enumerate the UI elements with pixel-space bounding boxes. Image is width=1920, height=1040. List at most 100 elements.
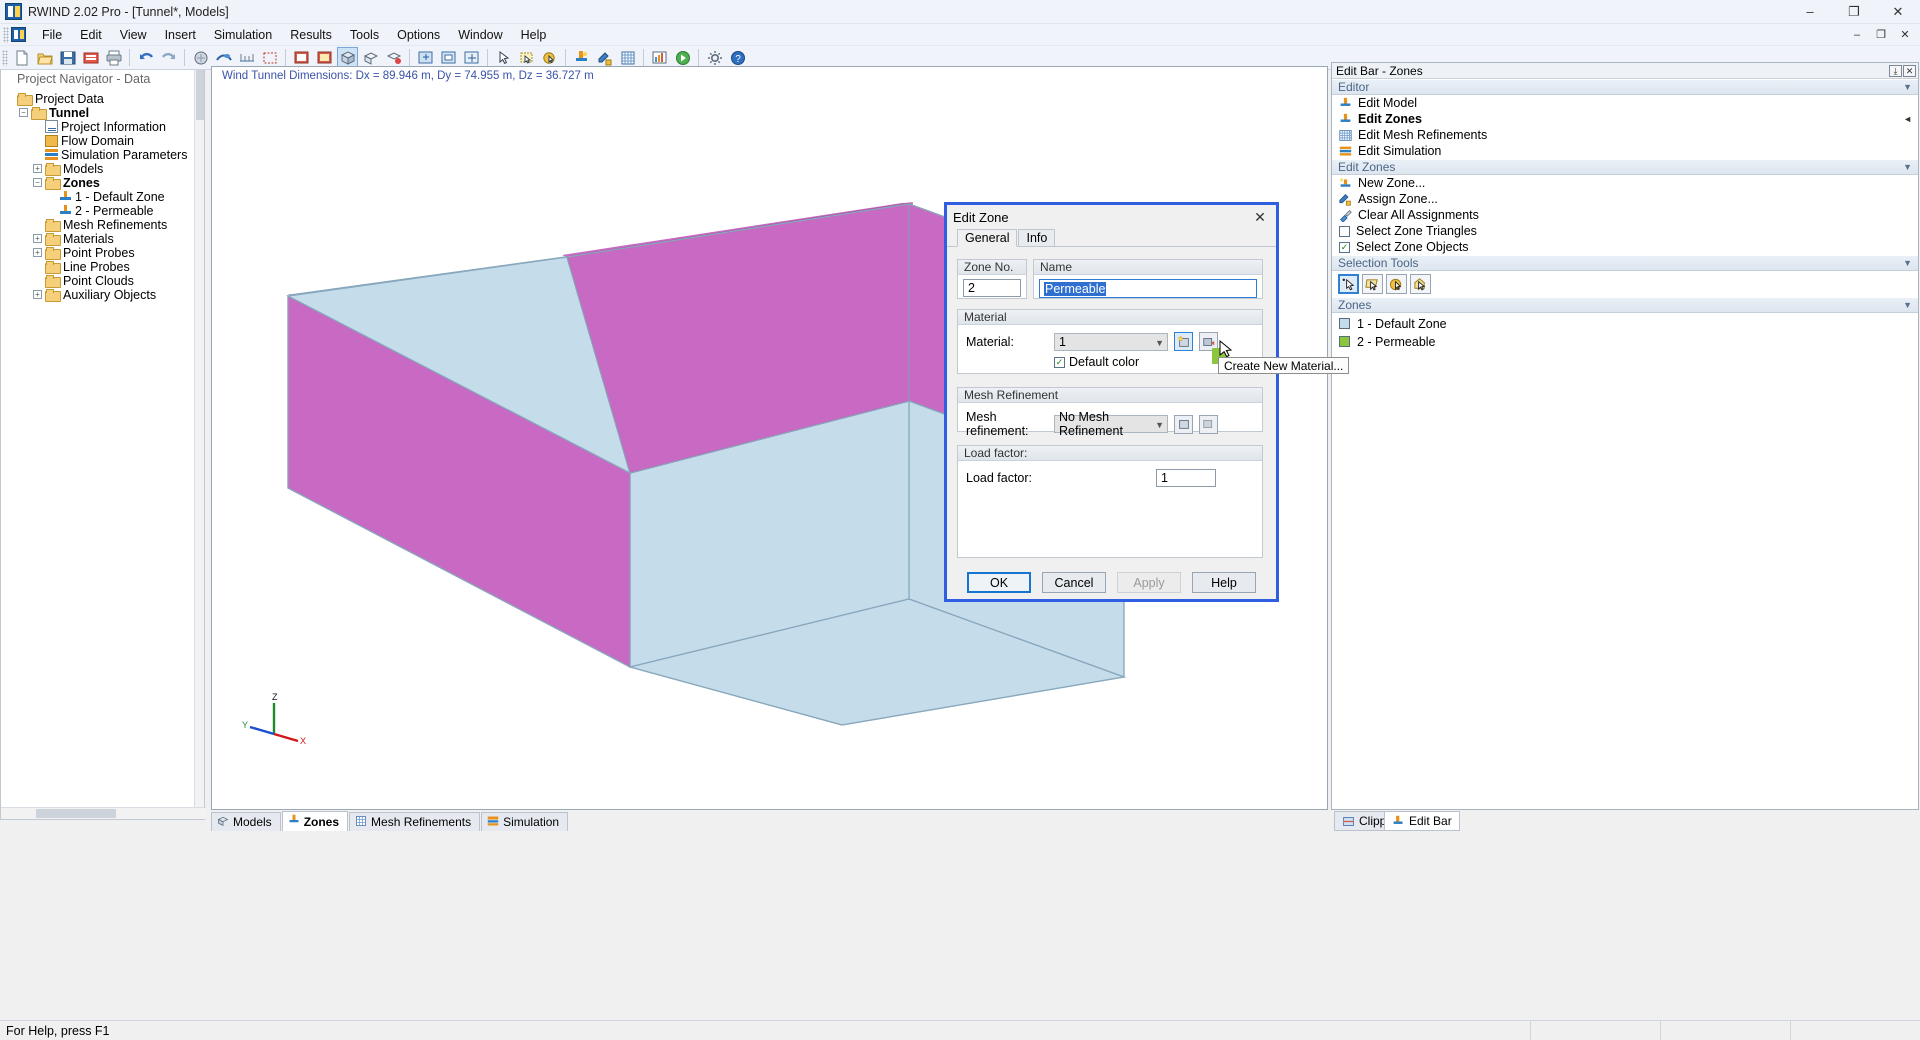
menu-item-help[interactable]: Help — [512, 26, 556, 44]
edit-bar-item-clear-all-assignments[interactable]: Clear All Assignments — [1332, 207, 1918, 223]
dock-tab-edit-bar[interactable]: Edit Bar — [1384, 811, 1460, 831]
menu-item-results[interactable]: Results — [281, 26, 341, 44]
select-circle-button[interactable] — [539, 47, 560, 68]
tree-item-project-information[interactable]: Project Information — [5, 120, 204, 134]
edit-bar-item-select-zone-objects[interactable]: ✓ Select Zone Objects — [1332, 239, 1918, 255]
select-objects-button[interactable] — [493, 47, 514, 68]
edit-bar-item-assign-zone[interactable]: Assign Zone... — [1332, 191, 1918, 207]
menu-item-insert[interactable]: Insert — [156, 26, 205, 44]
start-simulation-button[interactable] — [672, 47, 693, 68]
view-back-button[interactable] — [314, 47, 335, 68]
edit-bar-section-zones[interactable]: Zones ▼ — [1332, 297, 1918, 313]
minimize-button[interactable]: – — [1788, 0, 1832, 24]
open-file-button[interactable] — [34, 47, 55, 68]
create-new-material-button[interactable] — [1174, 332, 1193, 351]
chevron-down-icon[interactable]: ▼ — [1903, 258, 1912, 268]
pan-button[interactable] — [461, 47, 482, 68]
flow-visualization-button[interactable] — [213, 47, 234, 68]
tree-item-point-probes[interactable]: + Point Probes — [5, 246, 204, 260]
close-icon[interactable]: ✕ — [1903, 64, 1916, 77]
navigator-horizontal-scrollbar[interactable] — [1, 807, 206, 819]
tree-item-point-clouds[interactable]: Point Clouds — [5, 274, 204, 288]
edit-bar-section-editor[interactable]: Editor ▼ — [1332, 79, 1918, 95]
chevron-down-icon[interactable]: ▼ — [1903, 162, 1912, 172]
tree-expander[interactable]: + — [33, 164, 42, 173]
tree-expander[interactable]: + — [33, 248, 42, 257]
new-zone-toolbar-button[interactable] — [571, 47, 592, 68]
zone-list-item[interactable]: 2 - Permeable — [1332, 334, 1918, 349]
edit-bar-section-edit-zones[interactable]: Edit Zones ▼ — [1332, 159, 1918, 175]
maximize-button[interactable]: ❐ — [1832, 0, 1876, 24]
default-color-checkbox[interactable]: ✓ — [1054, 356, 1065, 368]
mdi-close-button[interactable]: ✕ — [1894, 26, 1916, 44]
edit-bar-item-edit-model[interactable]: Edit Model — [1332, 95, 1918, 111]
tree-expander[interactable]: + — [33, 234, 42, 243]
undo-button[interactable] — [135, 47, 156, 68]
view-tab-simulation[interactable]: Simulation — [481, 812, 569, 831]
edit-bar-item-select-zone-triangles[interactable]: Select Zone Triangles — [1332, 223, 1918, 239]
project-navigator-tree[interactable]: Project Data − Tunnel Project Information Fl… — [1, 92, 204, 302]
navigator-hscroll-thumb[interactable] — [36, 809, 116, 818]
view-front-button[interactable] — [291, 47, 312, 68]
tree-expander[interactable]: + — [33, 290, 42, 299]
tree-item-line-probes[interactable]: Line Probes — [5, 260, 204, 274]
edit-bar-item-new-zone[interactable]: New Zone... — [1332, 175, 1918, 191]
cancel-button[interactable]: Cancel — [1042, 572, 1106, 593]
zone-list-item[interactable]: 1 - Default Zone — [1332, 316, 1918, 331]
material-combobox[interactable]: 1 ▼ — [1054, 332, 1168, 351]
assign-zone-toolbar-button[interactable] — [594, 47, 615, 68]
checkbox-unchecked-icon[interactable] — [1339, 225, 1350, 237]
chevron-down-icon[interactable]: ▼ — [1903, 82, 1912, 92]
tree-item-materials[interactable]: + Materials — [5, 232, 204, 246]
view-tab-models[interactable]: Models — [211, 812, 281, 831]
menu-item-simulation[interactable]: Simulation — [205, 26, 281, 44]
edit-bar-section-selection-tools[interactable]: Selection Tools ▼ — [1332, 255, 1918, 271]
tree-item-flow-domain[interactable]: Flow Domain — [5, 134, 204, 148]
settings-toolbar-button[interactable] — [704, 47, 725, 68]
tree-expander[interactable]: − — [33, 178, 42, 187]
view-isometric-button[interactable] — [337, 47, 358, 68]
tree-item-zones[interactable]: − Zones — [5, 176, 204, 190]
create-new-mesh-refinement-button[interactable] — [1174, 414, 1193, 434]
zoom-all-button[interactable] — [438, 47, 459, 68]
load-factor-input[interactable]: 1 — [1156, 469, 1216, 487]
save-file-button[interactable] — [57, 47, 78, 68]
document-system-icon[interactable] — [11, 27, 26, 42]
edit-bar-item-edit-mesh-refinements[interactable]: Edit Mesh Refinements — [1332, 127, 1918, 143]
help-toolbar-button[interactable]: ? — [727, 47, 748, 68]
render-mode-button[interactable] — [190, 47, 211, 68]
pin-icon[interactable]: ⤓ — [1889, 64, 1902, 77]
menu-item-tools[interactable]: Tools — [341, 26, 388, 44]
view-perspective-button[interactable] — [360, 47, 381, 68]
tree-item-tunnel[interactable]: − Tunnel — [5, 106, 204, 120]
dimension-lines-button[interactable] — [236, 47, 257, 68]
menu-item-view[interactable]: View — [111, 26, 156, 44]
mdi-minimize-button[interactable]: – — [1846, 26, 1868, 44]
menu-item-options[interactable]: Options — [388, 26, 449, 44]
edit-bar-item-edit-zones[interactable]: Edit Zones ◄ — [1332, 111, 1918, 127]
edit-bar-item-edit-simulation[interactable]: Edit Simulation — [1332, 143, 1918, 159]
menu-item-file[interactable]: File — [33, 26, 71, 44]
tree-item-1-default-zone[interactable]: 1 - Default Zone — [5, 190, 204, 204]
save-as-button[interactable] — [80, 47, 101, 68]
edit-mesh-refinement-button[interactable] — [1199, 414, 1218, 434]
tree-item-project-data[interactable]: Project Data — [5, 92, 204, 106]
results-toolbar-button[interactable] — [649, 47, 670, 68]
toolbar-grip-1[interactable] — [2, 49, 8, 66]
tab-info[interactable]: Info — [1018, 229, 1056, 246]
polygon-select-tool[interactable] — [1410, 274, 1431, 294]
zoom-window-button[interactable] — [415, 47, 436, 68]
mdi-restore-button[interactable]: ❐ — [1870, 26, 1892, 44]
checkbox-checked-icon[interactable]: ✓ — [1339, 241, 1350, 253]
new-file-button[interactable] — [11, 47, 32, 68]
navigator-vscroll-thumb[interactable] — [196, 70, 204, 120]
menu-grip[interactable] — [3, 26, 9, 43]
dialog-close-button[interactable]: ✕ — [1250, 207, 1270, 227]
zone-name-input[interactable]: Permeable — [1039, 279, 1257, 298]
rectangle-select-tool[interactable] — [1362, 274, 1383, 294]
mesh-refinement-combobox[interactable]: No Mesh Refinement ▼ — [1054, 410, 1168, 438]
tree-item-2-permeable[interactable]: 2 - Permeable — [5, 204, 204, 218]
zone-no-input[interactable]: 2 — [963, 279, 1021, 297]
print-button[interactable] — [103, 47, 124, 68]
redo-button[interactable] — [158, 47, 179, 68]
